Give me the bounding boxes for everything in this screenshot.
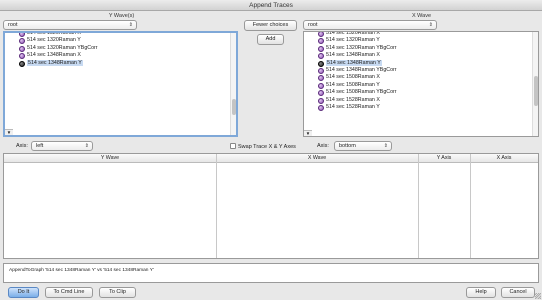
add-button[interactable]: Add <box>257 34 284 45</box>
wave-icon <box>19 60 25 67</box>
list-item[interactable]: 514 sec 1508Raman Y <box>304 82 538 89</box>
help-button[interactable]: Help <box>466 287 496 298</box>
list-item[interactable]: 514 sec 1320Raman YBgCorr <box>304 45 538 52</box>
fewer-choices-button[interactable]: Fewer choices <box>244 20 297 31</box>
cancel-button[interactable]: Cancel <box>501 287 535 298</box>
col-header-y-wave[interactable]: Y Wave <box>4 154 216 163</box>
window-title: Append Traces <box>249 2 293 9</box>
list-item-label: 514 sec 1348Raman Y <box>27 59 83 66</box>
wave-icon <box>318 104 324 111</box>
list-item-label: 514 sec 1348Raman Y <box>326 59 382 66</box>
wave-icon <box>318 67 324 74</box>
chevron-updown-icon: ⇕ <box>383 143 388 149</box>
wave-icon <box>318 60 324 67</box>
y-list-scrollbar[interactable] <box>230 33 236 135</box>
list-item-label: 514 sec 1528Raman Y <box>326 103 380 110</box>
do-it-button[interactable]: Do It <box>8 287 39 298</box>
list-item[interactable]: 514 sec 1348Raman Y <box>5 59 236 67</box>
list-item-label: 514 sec 1528Raman X <box>326 96 380 103</box>
x-folder-label: root <box>308 22 318 28</box>
list-item[interactable]: 514 sec 1320Raman Y <box>304 37 538 45</box>
list-item-label: 514 sec 1320Raman YBgCorr <box>326 44 397 51</box>
wave-icon <box>19 45 25 52</box>
list-item[interactable]: 514 sec 1348Raman Y <box>304 59 538 67</box>
x-wave-list[interactable]: 514 sec 1320Raman X 514 sec 1320Raman Y 51… <box>303 31 539 137</box>
wave-icon <box>318 53 324 60</box>
list-item-label: 514 sec 1320Raman X <box>27 31 81 36</box>
y-waves-header: Y Wave(s) <box>108 13 135 19</box>
window-title-bar: Append Traces <box>0 0 542 11</box>
list-item-label: 514 sec 1348Raman YBgCorr <box>326 66 397 73</box>
x-axis-value: bottom <box>339 143 356 149</box>
wave-icon <box>318 75 324 82</box>
list-item-label: 514 sec 1508Raman Y <box>326 81 380 88</box>
x-folder-popup[interactable]: root ⇕ <box>303 20 437 30</box>
wave-icon <box>19 33 25 37</box>
swap-axes-label: Swap Trace X & Y Axes <box>238 144 296 150</box>
traces-table[interactable]: Y Wave X Wave Y Axis X Axis <box>3 153 539 259</box>
column-divider <box>216 154 217 258</box>
swap-axes-control[interactable]: Swap Trace X & Y Axes <box>230 143 296 150</box>
y-axis-label: Axis: <box>16 143 28 149</box>
y-folder-popup[interactable]: root ⇕ <box>3 20 137 30</box>
y-wave-list[interactable]: 514 sec 1320Raman X 514 sec 1320Raman Y 51… <box>3 31 238 137</box>
chevron-updown-icon: ⇕ <box>128 22 133 28</box>
x-wave-header: X Wave <box>411 13 432 19</box>
list-item-label: 514 sec 1320Raman Y <box>27 37 81 44</box>
wave-icon <box>318 45 324 52</box>
x-list-scrollbar[interactable] <box>532 32 538 136</box>
list-item-label: 514 sec 1320Raman X <box>326 31 380 36</box>
list-item[interactable]: 514 sec 1348Raman X <box>5 52 236 60</box>
list-item-label: 514 sec 1320Raman YBgCorr <box>27 44 98 51</box>
x-axis-popup[interactable]: bottom ⇕ <box>334 141 392 151</box>
y-list-menu-toggle[interactable]: ▼ <box>5 129 13 135</box>
wave-icon <box>318 97 324 104</box>
col-header-y-axis[interactable]: Y Axis <box>418 154 470 163</box>
wave-icon <box>318 90 324 97</box>
x-list-menu-toggle[interactable]: ▼ <box>304 130 312 136</box>
column-divider <box>418 154 419 258</box>
list-item-label: 514 sec 1320Raman Y <box>326 37 380 44</box>
wave-icon <box>19 38 25 45</box>
list-item-label: 514 sec 1348Raman X <box>326 52 380 59</box>
chevron-updown-icon: ⇕ <box>84 143 89 149</box>
list-item[interactable]: 514 sec 1348Raman X <box>304 52 538 60</box>
chevron-updown-icon: ⇕ <box>428 22 433 28</box>
resize-grip-icon[interactable] <box>535 293 541 299</box>
wave-icon <box>19 53 25 60</box>
wave-icon <box>318 32 324 37</box>
x-list-scroll-thumb[interactable] <box>534 76 538 106</box>
list-item[interactable]: 514 sec 1528Raman Y <box>304 104 538 111</box>
list-item-label: 514 sec 1508Raman YBgCorr <box>326 89 397 96</box>
list-item[interactable]: 514 sec 1528Raman X <box>304 97 538 104</box>
list-item[interactable]: 514 sec 1508Raman X <box>304 74 538 82</box>
col-header-x-wave[interactable]: X Wave <box>216 154 418 163</box>
list-item[interactable]: 514 sec 1320Raman YBgCorr <box>5 45 236 52</box>
list-item[interactable]: 514 sec 1348Raman YBgCorr <box>304 67 538 74</box>
list-item[interactable]: 514 sec 1508Raman YBgCorr <box>304 89 538 97</box>
y-axis-value: left <box>36 143 44 149</box>
y-list-scroll-thumb[interactable] <box>232 99 236 115</box>
list-item-label: 514 sec 1508Raman X <box>326 74 380 81</box>
col-header-x-axis[interactable]: X Axis <box>470 154 538 163</box>
command-preview: AppendToGraph '514 sec 1348Raman Y' vs '… <box>3 263 539 283</box>
column-divider <box>470 154 471 258</box>
swap-axes-checkbox[interactable] <box>230 143 236 149</box>
to-clip-button[interactable]: To Clip <box>99 287 136 298</box>
list-item-label: 514 sec 1348Raman X <box>27 52 81 59</box>
y-axis-popup[interactable]: left ⇕ <box>31 141 93 151</box>
wave-icon <box>318 82 324 89</box>
to-cmd-line-button[interactable]: To Cmd Line <box>45 287 93 298</box>
list-item[interactable]: 514 sec 1320Raman Y <box>5 37 236 45</box>
wave-icon <box>318 38 324 45</box>
x-axis-label: Axis: <box>317 143 329 149</box>
y-folder-label: root <box>8 22 18 28</box>
